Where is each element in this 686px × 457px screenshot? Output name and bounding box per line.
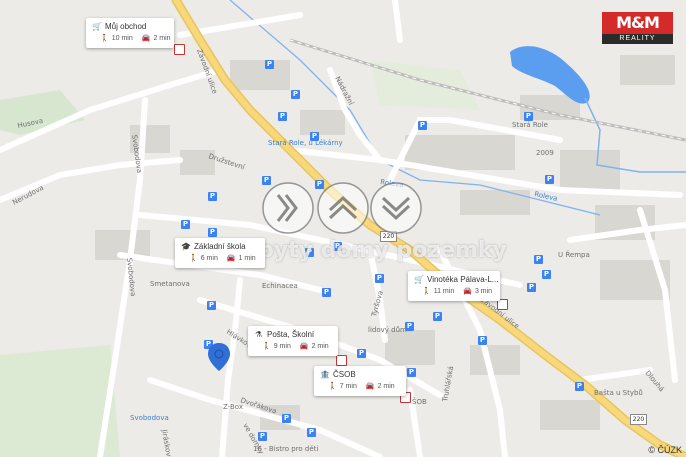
watermark: byty domy pozemky <box>258 180 507 276</box>
car-icon: 🚘 <box>226 255 236 262</box>
poi-card-title: Můj obchod <box>105 22 147 31</box>
walk-time: 11 min <box>433 287 455 295</box>
car-time: 1 min <box>238 254 256 262</box>
parking-icon[interactable]: P <box>265 60 274 69</box>
parking-icon[interactable]: P <box>527 283 536 292</box>
bank-icon: 🏦 <box>320 370 330 379</box>
car-icon: 🚘 <box>463 288 472 295</box>
bus-stop-label-2: Svobodova <box>130 414 169 422</box>
post-office-icon: ⚗ <box>254 330 263 339</box>
parking-icon[interactable]: P <box>542 270 551 279</box>
brand-logo-text: M&M <box>602 12 673 34</box>
elevation-label: 2009 <box>536 149 554 157</box>
parking-icon[interactable]: P <box>208 228 217 237</box>
parking-icon[interactable]: P <box>322 288 331 297</box>
car-time: 3 min <box>474 287 493 295</box>
parking-icon[interactable]: P <box>291 90 300 99</box>
parking-icon[interactable]: P <box>207 301 216 310</box>
parking-icon[interactable]: P <box>433 312 442 321</box>
poi-label-basta: Bašta u Stybů <box>594 389 643 397</box>
car-icon: 🚘 <box>365 383 375 390</box>
car-icon: 🚘 <box>299 343 309 350</box>
car-time: 2 min <box>153 34 171 42</box>
location-pin-icon[interactable] <box>207 342 231 372</box>
brand-logo-subtext: REALITY <box>602 34 673 44</box>
poi-card-muj-obchod[interactable]: 🛒 Můj obchod 🚶 10 min 🚘 2 min <box>86 18 174 48</box>
parking-icon[interactable]: P <box>418 121 427 130</box>
poi-card-posta[interactable]: ⚗ Pošta, Školní 🚶 9 min 🚘 2 min <box>248 326 338 356</box>
cart-icon: 🛒 <box>92 22 102 31</box>
parking-icon[interactable]: P <box>208 192 217 201</box>
walk-time: 7 min <box>339 382 357 390</box>
map-copyright: © ČÚZK <box>648 445 682 455</box>
poi-card-title: ČSOB <box>333 370 356 379</box>
walk-icon: 🚶 <box>189 255 198 262</box>
poi-card-vinoteka[interactable]: 🛒 Vinotéka Pálava-L... 🚶 11 min 🚘 3 min <box>408 271 500 301</box>
street-label-smetanova: Smetanova <box>150 280 190 288</box>
walk-icon: 🚶 <box>100 35 109 42</box>
watermark-text: byty domy pozemky <box>258 238 507 263</box>
cart-icon: 🛒 <box>414 275 424 284</box>
walk-time: 6 min <box>200 254 218 262</box>
poi-marker-shop[interactable] <box>174 44 185 55</box>
walk-icon: 🚶 <box>422 288 431 295</box>
poi-marker-post[interactable] <box>336 355 347 366</box>
poi-card-title: Pošta, Školní <box>267 330 315 339</box>
brand-logo: M&M REALITY <box>602 12 673 46</box>
parking-icon[interactable]: P <box>181 220 190 229</box>
parking-icon[interactable]: P <box>545 175 554 184</box>
parking-icon[interactable]: P <box>407 368 416 377</box>
parking-icon[interactable]: P <box>405 322 414 331</box>
poi-card-csob[interactable]: 🏦 ČSOB 🚶 7 min 🚘 2 min <box>314 366 406 396</box>
road-shield-220-2: 220 <box>630 414 647 425</box>
parking-icon[interactable]: P <box>534 255 543 264</box>
place-label-stara-role: Stará Role <box>512 121 548 129</box>
walk-time: 9 min <box>273 342 291 350</box>
parking-icon[interactable]: P <box>575 382 584 391</box>
watermark-icons <box>262 182 422 234</box>
car-icon: 🚘 <box>141 35 151 42</box>
poi-card-zakladni-skola[interactable]: 🎓 Základní škola 🚶 6 min 🚘 1 min <box>175 238 265 268</box>
walk-icon: 🚶 <box>262 343 271 350</box>
parking-icon[interactable]: P <box>282 414 291 423</box>
walk-icon: 🚶 <box>328 383 337 390</box>
parking-icon[interactable]: P <box>478 336 487 345</box>
poi-card-title: Základní škola <box>194 242 246 251</box>
school-icon: 🎓 <box>181 242 191 251</box>
poi-label-lidovy-dum: lidový dům <box>368 326 407 334</box>
parking-icon[interactable]: P <box>278 112 287 121</box>
parking-icon[interactable]: P <box>357 349 366 358</box>
street-label-u-rempa: U Řempa <box>558 250 590 259</box>
parking-icon[interactable]: P <box>310 132 319 141</box>
parking-icon[interactable]: P <box>258 432 267 441</box>
bus-stop-label: Stará Role, u Lékárny <box>268 139 343 147</box>
car-time: 2 min <box>377 382 395 390</box>
poi-label-zbox: Z-Box <box>223 403 243 411</box>
parking-icon[interactable]: P <box>524 112 533 121</box>
poi-label-echinacea: Echinacea <box>262 282 298 290</box>
parking-icon[interactable]: P <box>307 428 316 437</box>
poi-label-sob: ŠOB <box>412 397 427 406</box>
car-time: 2 min <box>311 342 329 350</box>
walk-time: 10 min <box>111 34 133 42</box>
poi-card-title: Vinotéka Pálava-L... <box>427 275 499 284</box>
